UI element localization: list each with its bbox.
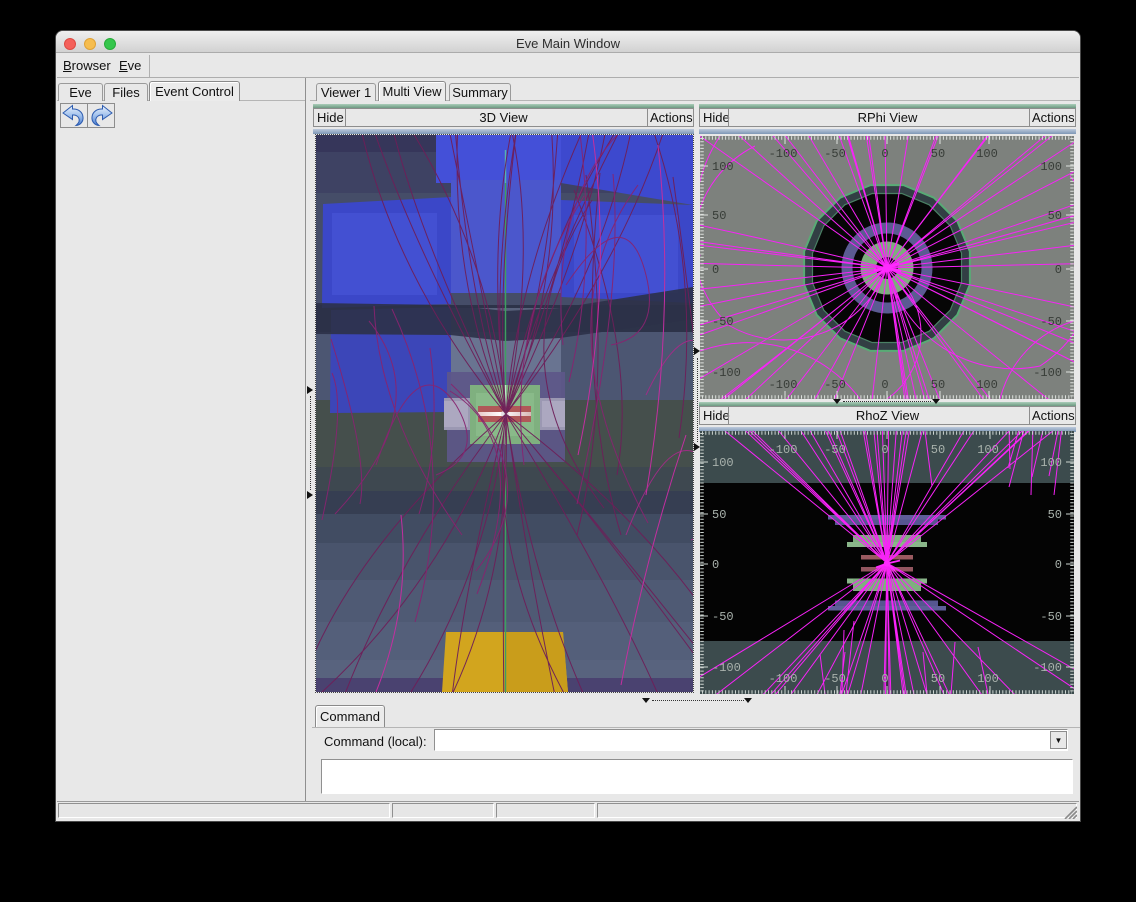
svg-text:-50: -50 [1040,315,1062,329]
svg-text:50: 50 [712,209,726,223]
svg-text:100: 100 [977,443,999,457]
svg-text:50: 50 [1048,209,1062,223]
svg-text:-100: -100 [712,661,741,675]
svg-text:50: 50 [931,443,945,457]
svg-text:-100: -100 [769,378,798,392]
svg-text:-100: -100 [769,672,798,686]
svg-text:-50: -50 [712,610,734,624]
svg-text:-50: -50 [824,378,846,392]
svg-text:50: 50 [931,378,945,392]
svg-text:-100: -100 [769,443,798,457]
svg-text:100: 100 [712,160,734,174]
svg-text:100: 100 [712,456,734,470]
svg-text:100: 100 [976,147,998,161]
svg-text:-50: -50 [712,315,734,329]
svg-text:-100: -100 [712,366,741,380]
svg-text:0: 0 [881,443,888,457]
svg-text:-50: -50 [824,443,846,457]
svg-text:0: 0 [1055,263,1062,277]
svg-text:0: 0 [712,263,719,277]
svg-text:50: 50 [1048,508,1062,522]
svg-text:-100: -100 [1033,661,1062,675]
svg-text:100: 100 [977,672,999,686]
svg-text:0: 0 [881,147,888,161]
svg-text:100: 100 [976,378,998,392]
svg-text:-50: -50 [824,147,846,161]
svg-text:0: 0 [1055,558,1062,572]
svg-text:-100: -100 [1033,366,1062,380]
svg-text:50: 50 [931,672,945,686]
svg-text:0: 0 [712,558,719,572]
svg-text:50: 50 [931,147,945,161]
svg-text:0: 0 [881,378,888,392]
svg-text:0: 0 [881,672,888,686]
svg-text:50: 50 [712,508,726,522]
svg-text:100: 100 [1040,456,1062,470]
svg-text:-50: -50 [1040,610,1062,624]
svg-text:-50: -50 [824,672,846,686]
svg-text:100: 100 [1040,160,1062,174]
svg-text:-100: -100 [769,147,798,161]
